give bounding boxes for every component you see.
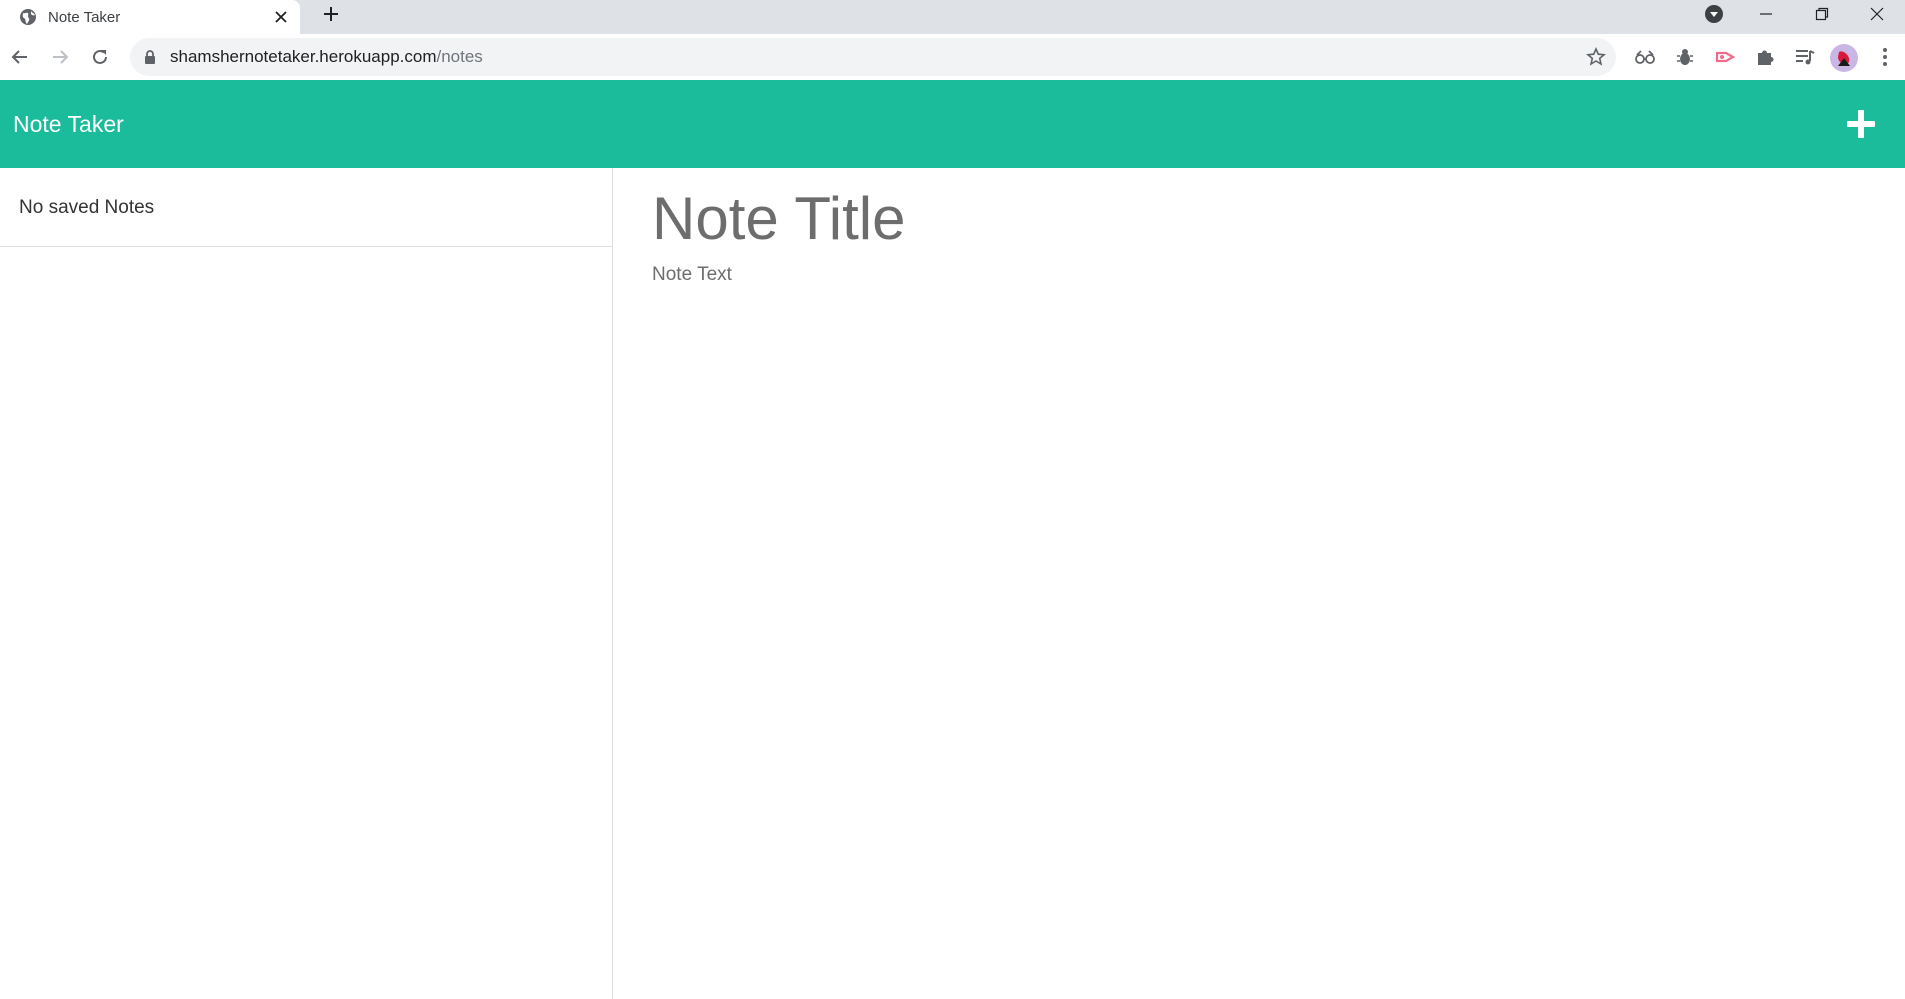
tab-title: Note Taker <box>48 8 121 26</box>
profile-avatar[interactable] <box>1830 44 1858 72</box>
close-window-icon[interactable] <box>1849 0 1905 28</box>
plus-icon[interactable] <box>1847 110 1875 138</box>
bookmark-star-icon[interactable] <box>1586 47 1606 67</box>
media-queue-icon[interactable] <box>1793 45 1817 69</box>
browser-tab[interactable]: Note Taker <box>0 0 300 34</box>
browser-toolbar: shamshernotetaker.herokuapp.com/notes <box>0 34 1905 80</box>
app-brand[interactable]: Note Taker <box>13 80 124 168</box>
url-path: /notes <box>436 47 483 66</box>
restore-icon[interactable] <box>1794 0 1850 28</box>
note-title-input[interactable] <box>652 178 1872 258</box>
empty-notes-message: No saved Notes <box>0 168 612 247</box>
close-tab-icon[interactable] <box>266 2 296 32</box>
note-text-area[interactable] <box>652 264 1872 964</box>
app-navbar: Note Taker <box>0 80 1905 168</box>
forward-icon[interactable] <box>44 41 76 73</box>
back-icon[interactable] <box>4 41 36 73</box>
browser-menu-icon[interactable] <box>1873 45 1897 69</box>
url-host: shamshernotetaker.herokuapp.com <box>170 47 437 66</box>
reload-icon[interactable] <box>84 41 116 73</box>
extension-glasses-icon[interactable] <box>1633 45 1657 69</box>
note-editor <box>614 168 1905 999</box>
notes-sidebar: No saved Notes <box>0 168 613 999</box>
extension-pink-arrow-icon[interactable] <box>1713 45 1737 69</box>
globe-icon <box>19 8 37 26</box>
tab-search-icon[interactable] <box>1702 2 1726 26</box>
new-tab-button[interactable] <box>314 0 348 28</box>
lock-icon[interactable] <box>142 49 158 65</box>
url-text: shamshernotetaker.herokuapp.com/notes <box>170 38 483 76</box>
address-bar[interactable]: shamshernotetaker.herokuapp.com/notes <box>130 38 1616 76</box>
minimize-icon[interactable] <box>1738 0 1794 28</box>
browser-tabstrip: Note Taker <box>0 0 1905 34</box>
extension-bug-icon[interactable] <box>1673 45 1697 69</box>
extensions-puzzle-icon[interactable] <box>1753 45 1777 69</box>
